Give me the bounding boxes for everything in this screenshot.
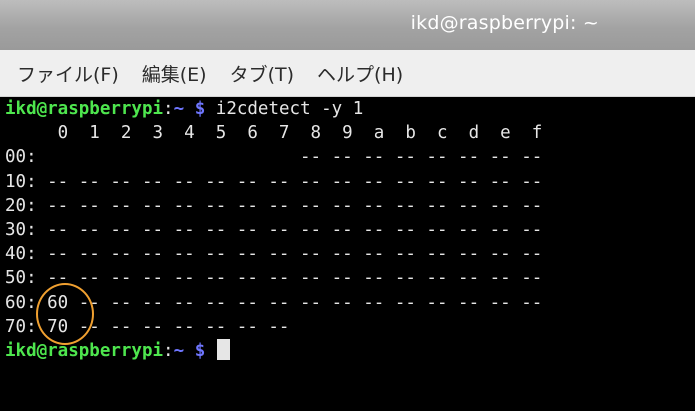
- menu-file[interactable]: ファイル(F): [17, 60, 119, 87]
- prompt-line: ikd@raspberrypi:~ $: [5, 338, 695, 363]
- i2c-row-40: 40: -- -- -- -- -- -- -- -- -- -- -- -- …: [5, 244, 543, 265]
- menu-help[interactable]: ヘルプ(H): [317, 60, 403, 87]
- title-bar[interactable]: ikd@raspberrypi: ~: [0, 0, 695, 50]
- menu-tabs[interactable]: タブ(T): [230, 60, 294, 87]
- i2c-header-row: 0 1 2 3 4 5 6 7 8 9 a b c d e f: [5, 123, 543, 144]
- prompt-user-host: ikd@raspberrypi: [5, 340, 164, 361]
- prompt-path: ~: [173, 99, 185, 119]
- prompt-dollar: $: [194, 99, 206, 119]
- command-line: ikd@raspberrypi:~ $ i2cdetect -y 1: [5, 97, 695, 121]
- prompt-colon: :: [163, 99, 174, 119]
- prompt-user-host: ikd@raspberrypi: [5, 99, 164, 119]
- terminal-window: ikd@raspberrypi: ~ ファイル(F) 編集(E) タブ(T) ヘ…: [0, 0, 695, 411]
- i2c-row-20: 20: -- -- -- -- -- -- -- -- -- -- -- -- …: [5, 195, 543, 216]
- i2c-row-60: 60: 60 -- -- -- -- -- -- -- -- -- -- -- …: [5, 292, 543, 313]
- i2c-row-70: 70: 70 -- -- -- -- -- -- --: [5, 316, 290, 337]
- menu-bar: ファイル(F) 編集(E) タブ(T) ヘルプ(H): [0, 50, 695, 97]
- i2c-row-10: 10: -- -- -- -- -- -- -- -- -- -- -- -- …: [5, 171, 543, 192]
- i2c-row-30: 30: -- -- -- -- -- -- -- -- -- -- -- -- …: [5, 219, 543, 240]
- command-text: i2cdetect -y 1: [215, 99, 364, 119]
- prompt-path: ~: [173, 340, 185, 361]
- terminal-output[interactable]: ikd@raspberrypi:~ $ i2cdetect -y 1 0 1 2…: [0, 97, 695, 411]
- menu-edit[interactable]: 編集(E): [142, 60, 207, 87]
- i2c-row-50: 50: -- -- -- -- -- -- -- -- -- -- -- -- …: [5, 268, 543, 289]
- prompt-dollar: $: [194, 340, 206, 361]
- window-title: ikd@raspberrypi: ~: [410, 12, 599, 34]
- prompt-colon: :: [163, 340, 174, 361]
- i2c-row-00: 00: -- -- -- -- -- -- -- --: [5, 147, 543, 168]
- text-cursor: [216, 338, 230, 360]
